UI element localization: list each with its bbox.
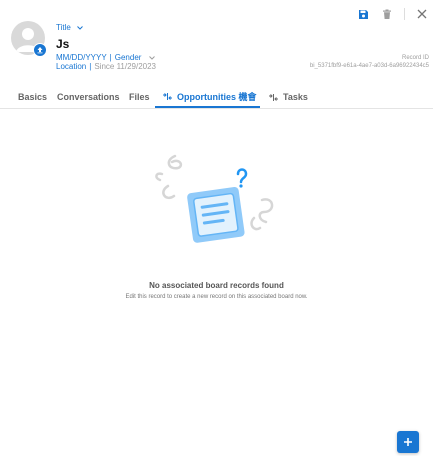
separator: | (109, 53, 112, 62)
tab-opportunities[interactable]: Opportunities 機會 (155, 86, 260, 108)
meta-row-dob-gender: MM/DD/YYYY | Gender (56, 53, 156, 62)
close-button[interactable] (415, 7, 429, 21)
record-toolbar (356, 7, 429, 21)
toolbar-divider (404, 8, 405, 20)
avatar-container (11, 21, 47, 57)
empty-state-title: No associated board records found (149, 281, 284, 290)
separator: | (89, 62, 92, 71)
tab-conversations[interactable]: Conversations (57, 86, 120, 108)
dob-field[interactable]: MM/DD/YYYY (56, 53, 107, 62)
chevron-down-icon (76, 25, 83, 30)
record-id-label: Record ID (401, 55, 429, 61)
merge-arrows-icon (269, 93, 278, 101)
tab-label: Basics (18, 92, 48, 102)
record-name[interactable]: Js (56, 37, 69, 51)
close-icon (417, 9, 427, 19)
tab-label: Files (129, 92, 150, 102)
plus-icon (404, 438, 412, 446)
merge-arrows-icon (163, 92, 172, 100)
upload-icon (37, 47, 43, 54)
tab-label: Conversations (57, 92, 120, 102)
record-id-value: bi_5371fbf9-e61a-4ae7-a03d-6a96922434c5 (309, 63, 429, 69)
title-select[interactable]: Title (56, 23, 83, 32)
upload-photo-button[interactable] (33, 43, 47, 57)
empty-board-illustration (155, 154, 274, 243)
tab-basics[interactable]: Basics (18, 86, 47, 108)
trash-icon (383, 9, 391, 19)
tab-label: Tasks (283, 92, 308, 102)
tab-files[interactable]: Files (129, 86, 150, 108)
save-icon (358, 9, 368, 19)
record-tabs: Basics Conversations Files Opportunities… (0, 86, 433, 109)
tab-tasks[interactable]: Tasks (268, 86, 308, 108)
since-date: Since 11/29/2023 (94, 62, 157, 71)
delete-button[interactable] (380, 7, 394, 21)
empty-state-subtitle: Edit this record to create a new record … (125, 294, 308, 300)
chevron-down-icon (149, 55, 156, 60)
add-record-button[interactable] (397, 431, 419, 453)
gender-select[interactable]: Gender (115, 53, 142, 62)
tab-label: Opportunities 機會 (177, 91, 257, 102)
meta-row-location: Location | Since 11/29/2023 (56, 62, 156, 71)
location-field[interactable]: Location (56, 62, 86, 71)
title-select-label: Title (56, 23, 71, 32)
save-button[interactable] (356, 7, 370, 21)
